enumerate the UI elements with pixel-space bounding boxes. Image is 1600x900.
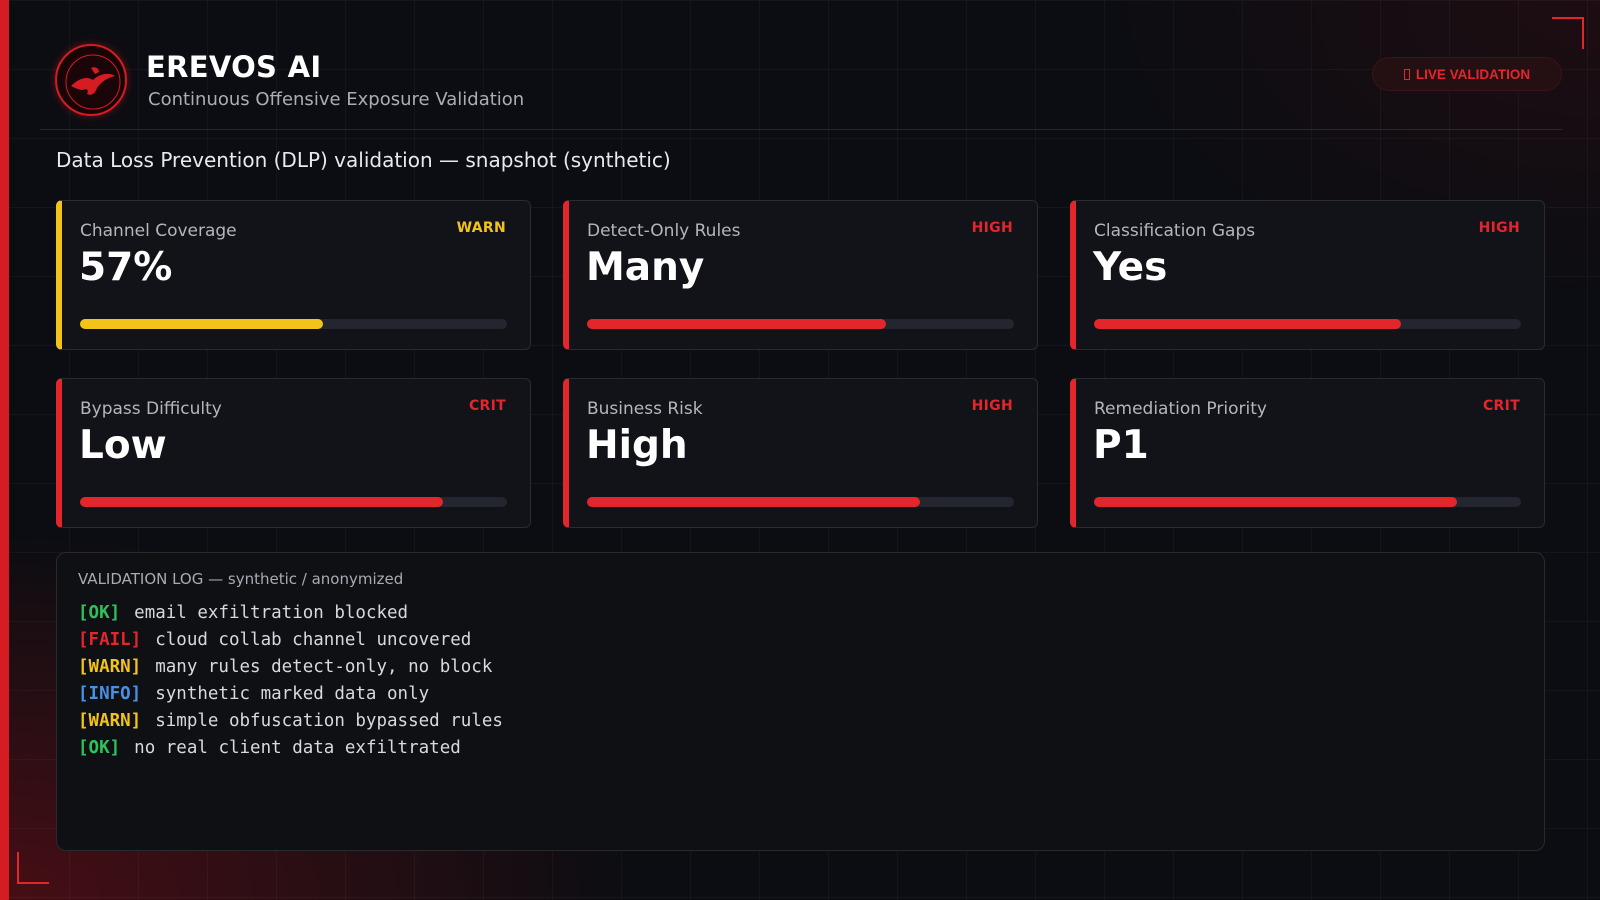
- log-message: simple obfuscation bypassed rules: [155, 711, 503, 731]
- log-status-tag: [OK]: [78, 738, 121, 758]
- severity-badge: HIGH: [971, 220, 1013, 236]
- progress-track: [1094, 497, 1521, 507]
- progress-track: [1094, 319, 1521, 329]
- log-status-tag: [FAIL]: [78, 630, 142, 650]
- log-line: [OK] no real client data exfiltrated: [78, 735, 503, 762]
- log-message: no real client data exfiltrated: [134, 738, 461, 758]
- log-line: [WARN] many rules detect-only, no block: [78, 654, 503, 681]
- metric-label: Bypass Difficulty: [80, 399, 222, 419]
- progress-fill: [587, 319, 886, 329]
- log-message: cloud collab channel uncovered: [155, 630, 472, 650]
- progress-fill: [80, 319, 324, 329]
- corner-bracket-bottom-left: [17, 852, 49, 884]
- progress-track: [80, 497, 507, 507]
- metric-card: Channel Coverage WARN 57%: [56, 200, 531, 350]
- progress-fill: [80, 497, 443, 507]
- metric-value: Yes: [1093, 245, 1168, 290]
- severity-badge: WARN: [456, 220, 506, 236]
- section-title: Data Loss Prevention (DLP) validation — …: [56, 148, 671, 172]
- log-status-tag: [OK]: [78, 603, 121, 623]
- validation-log-lines: [OK] email exfiltration blocked [FAIL] clou…: [78, 600, 503, 762]
- header: EREVOS AI Continuous Offensive Exposure …: [40, 38, 1562, 130]
- progress-fill: [1094, 319, 1402, 329]
- metric-value: High: [586, 423, 688, 468]
- progress-track: [587, 319, 1014, 329]
- log-message: email exfiltration blocked: [134, 603, 409, 623]
- metric-label: Business Risk: [587, 399, 703, 419]
- log-status-tag: [WARN]: [78, 711, 142, 731]
- metric-label: Channel Coverage: [80, 221, 237, 241]
- progress-fill: [587, 497, 921, 507]
- eagle-emblem-icon: [65, 54, 121, 110]
- metric-card: Business Risk HIGH High: [563, 378, 1038, 528]
- progress-track: [80, 319, 507, 329]
- brand-title: EREVOS AI: [146, 50, 322, 84]
- log-line: [FAIL] cloud collab channel uncovered: [78, 627, 503, 654]
- live-validation-badge[interactable]: LIVE VALIDATION: [1372, 57, 1562, 91]
- left-accent-rail: [0, 0, 9, 900]
- broadcast-icon: [1403, 68, 1410, 80]
- severity-badge: CRIT: [468, 398, 506, 414]
- metric-card: Detect-Only Rules HIGH Many: [563, 200, 1038, 350]
- log-status-tag: [INFO]: [78, 684, 142, 704]
- severity-badge: HIGH: [1478, 220, 1520, 236]
- metric-value: Many: [586, 245, 705, 290]
- severity-badge: CRIT: [1482, 398, 1520, 414]
- validation-log-title: VALIDATION LOG — synthetic / anonymized: [78, 570, 404, 588]
- log-line: [INFO] synthetic marked data only: [78, 681, 503, 708]
- metric-value: 57%: [79, 245, 173, 290]
- metric-value: Low: [79, 423, 167, 468]
- metric-value: P1: [1093, 423, 1149, 468]
- log-line: [OK] email exfiltration blocked: [78, 600, 503, 627]
- metric-label: Remediation Priority: [1094, 399, 1267, 419]
- progress-fill: [1094, 497, 1457, 507]
- metric-label: Detect-Only Rules: [587, 221, 741, 241]
- metric-label: Classification Gaps: [1094, 221, 1256, 241]
- progress-track: [587, 497, 1014, 507]
- validation-log-panel: VALIDATION LOG — synthetic / anonymized …: [56, 552, 1545, 851]
- metric-card: Classification Gaps HIGH Yes: [1070, 200, 1545, 350]
- live-validation-label: LIVE VALIDATION: [1415, 66, 1531, 82]
- log-line: [WARN] simple obfuscation bypassed rules: [78, 708, 503, 735]
- metric-card: Bypass Difficulty CRIT Low: [56, 378, 531, 528]
- log-status-tag: [WARN]: [78, 657, 142, 677]
- log-message: synthetic marked data only: [155, 684, 430, 704]
- brand-subtitle: Continuous Offensive Exposure Validation: [148, 89, 525, 110]
- brand-logo: [55, 44, 127, 116]
- severity-badge: HIGH: [971, 398, 1013, 414]
- metric-card: Remediation Priority CRIT P1: [1070, 378, 1545, 528]
- log-message: many rules detect-only, no block: [155, 657, 493, 677]
